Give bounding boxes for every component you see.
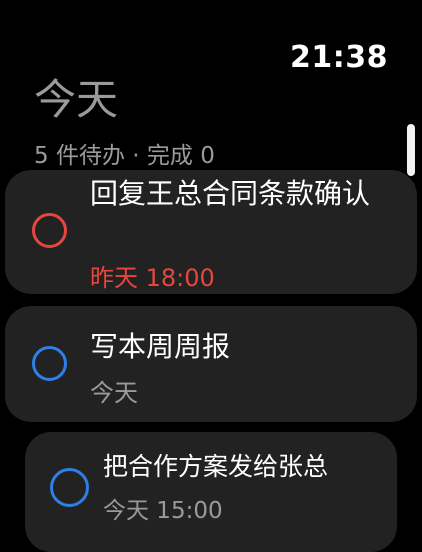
task-title: 把合作方案发给张总 — [103, 452, 329, 481]
task-due-time: 今天 — [90, 379, 138, 407]
page-title: 今天 — [34, 75, 119, 124]
task-card[interactable]: 写本周周报 今天 — [5, 306, 417, 422]
task-due-time: 昨天 18:00 — [90, 264, 215, 292]
complete-checkbox[interactable] — [32, 346, 67, 381]
status-time: 21:38 — [290, 40, 388, 75]
task-title: 写本周周报 — [90, 330, 231, 363]
task-card[interactable]: 把合作方案发给张总 今天 15:00 — [25, 432, 397, 552]
task-title: 回复王总合同条款确认 — [90, 177, 371, 210]
scroll-thumb[interactable] — [407, 124, 415, 176]
task-due-time: 今天 15:00 — [103, 498, 223, 524]
complete-checkbox[interactable] — [50, 468, 89, 507]
complete-checkbox[interactable] — [32, 213, 67, 248]
task-card[interactable]: 回复王总合同条款确认 昨天 18:00 — [5, 170, 417, 294]
task-summary: 5 件待办 · 完成 0 — [34, 143, 215, 169]
